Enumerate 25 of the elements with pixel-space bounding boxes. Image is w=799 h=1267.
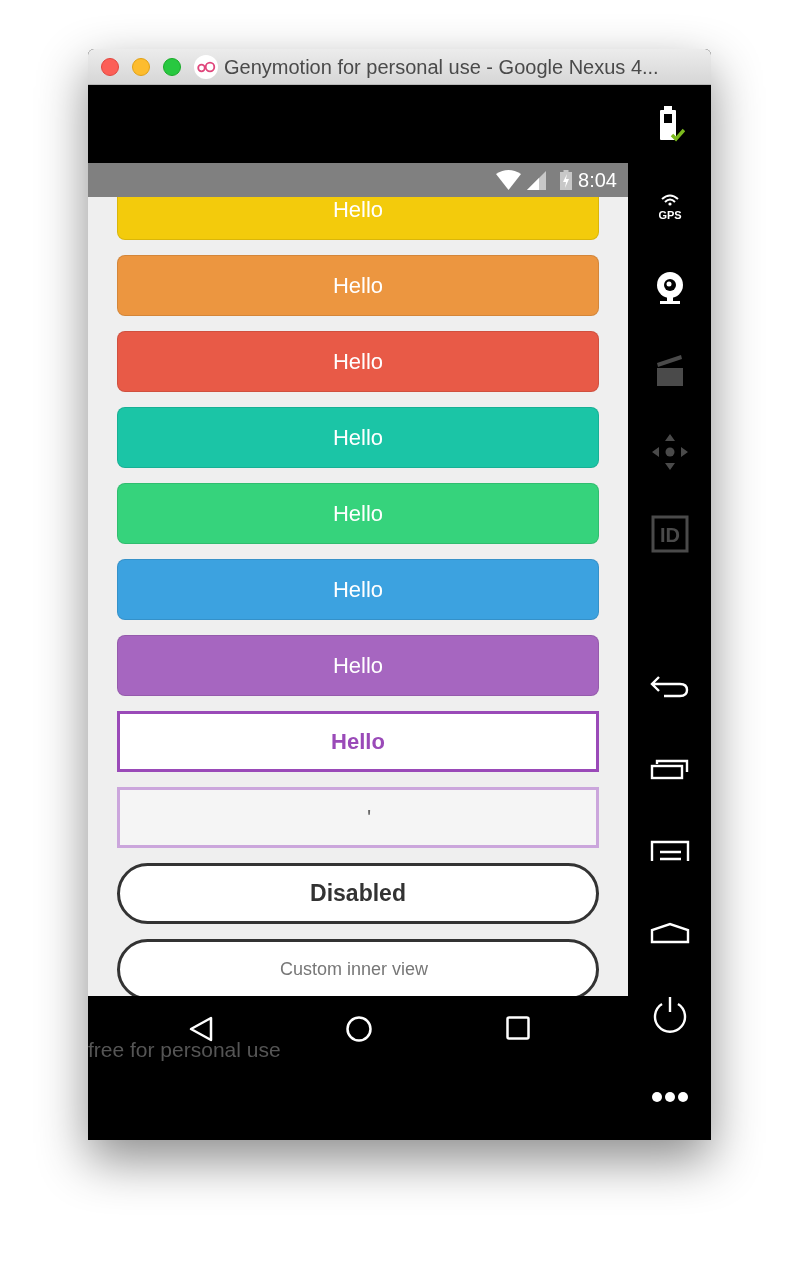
signal-icon [527,170,547,190]
outline-button[interactable]: Hello [117,711,599,772]
back-icon[interactable] [189,1016,213,1042]
outline-button[interactable]: ' [117,787,599,848]
hello-button[interactable]: Hello [117,483,599,544]
home-icon[interactable] [346,1016,372,1042]
hello-button[interactable]: Hello [117,559,599,620]
hello-button[interactable]: Hello [117,407,599,468]
watermark-text: free for personal use [88,1038,281,1062]
hello-button[interactable]: Hello [117,331,599,392]
hello-button[interactable]: Hello [117,635,599,696]
hello-button[interactable]: Hello [117,255,599,316]
custom-inner-view-button[interactable]: Custom inner view [117,939,599,996]
more-options-icon[interactable] [650,1091,689,1103]
battery-charging-icon [560,170,573,190]
recent-apps-icon[interactable] [649,758,690,780]
recents-icon[interactable] [506,1016,530,1040]
close-window-button[interactable] [101,57,119,76]
home-icon[interactable] [649,922,690,944]
app-logo-icon [194,54,218,79]
wifi-icon [496,170,522,190]
clock-text: 8:04 [578,168,617,193]
window-title: Genymotion for personal use - Google Nexus 4... [224,54,659,80]
menu-icon[interactable] [649,840,690,862]
back-arrow-icon[interactable] [649,675,690,699]
